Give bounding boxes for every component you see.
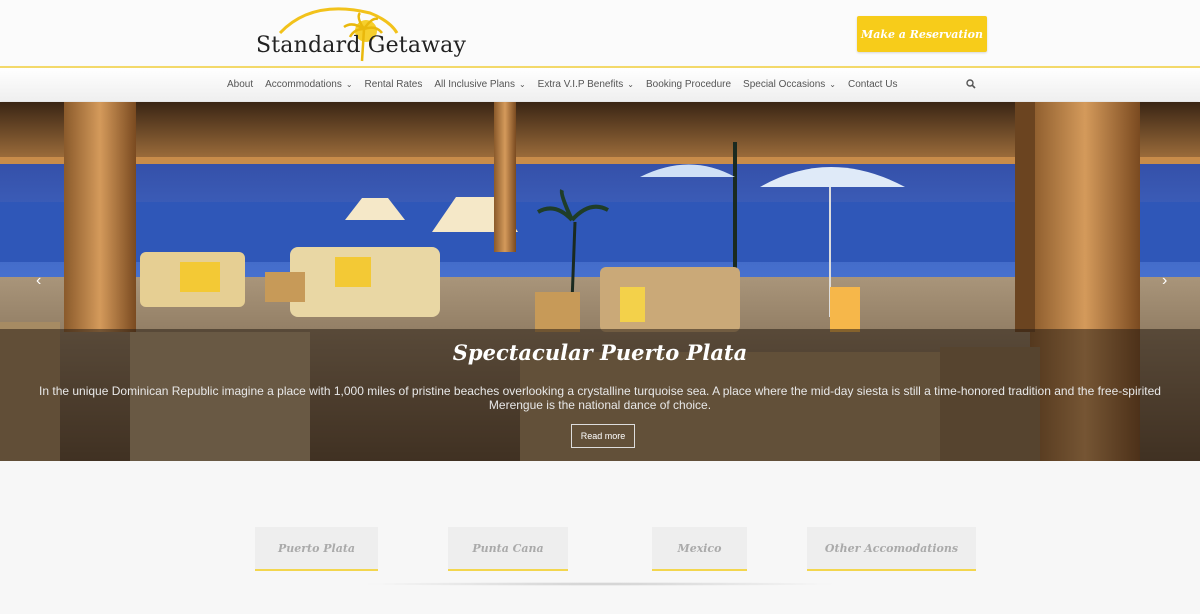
read-more-button[interactable]: Read more: [571, 424, 635, 448]
header: Standard Getaway Make a Reservation: [0, 0, 1200, 66]
nav-item-label: Accommodations: [265, 79, 342, 90]
nav-item-special-occasions[interactable]: Special Occasions ⌄: [743, 79, 836, 90]
make-reservation-button[interactable]: Make a Reservation: [857, 16, 987, 52]
logo-text: Standard Getaway: [256, 33, 467, 58]
logo[interactable]: Standard Getaway: [252, 3, 466, 65]
nav-item-booking-procedure[interactable]: Booking Procedure: [646, 79, 731, 90]
previous-slide-arrow-icon[interactable]: ‹: [36, 272, 41, 290]
nav-item-label: Booking Procedure: [645, 79, 732, 90]
tab-mexico[interactable]: Mexico: [652, 527, 747, 571]
tab-puerto-plata[interactable]: Puerto Plata: [255, 527, 378, 571]
nav-item-label: Rental Rates: [364, 79, 423, 90]
nav-item-rental-rates[interactable]: Rental Rates: [365, 79, 423, 90]
search-icon[interactable]: [965, 78, 977, 90]
chevron-down-icon: ⌄: [627, 80, 634, 89]
chevron-down-icon: ⌄: [345, 80, 353, 89]
nav-item-label: Contact Us: [848, 79, 898, 90]
main-nav: About Accommodations ⌄ Rental Rates All I…: [0, 66, 1200, 101]
nav-item-about[interactable]: About: [227, 79, 253, 90]
chevron-down-icon: ⌄: [829, 80, 836, 89]
nav-item-label: All Inclusive Plans: [434, 79, 515, 90]
nav-item-label: About: [227, 79, 254, 90]
nav-item-contact-us[interactable]: Contact Us: [848, 79, 897, 90]
hero-slider: Spectacular Puerto Plata In the unique D…: [0, 102, 1200, 461]
tab-other-accomodations[interactable]: Other Accomodations: [807, 527, 976, 571]
tab-punta-cana[interactable]: Punta Cana: [448, 527, 568, 571]
nav-item-label: Special Occasions: [743, 79, 826, 90]
next-slide-arrow-icon[interactable]: ›: [1162, 272, 1167, 290]
nav-items: About Accommodations ⌄ Rental Rates All I…: [227, 68, 909, 101]
slide-title: Spectacular Puerto Plata: [452, 340, 748, 365]
nav-item-extra-vip-benefits[interactable]: Extra V.I.P Benefits ⌄: [538, 79, 634, 90]
chevron-down-icon: ⌄: [518, 80, 526, 89]
nav-item-label: Extra V.I.P Benefits: [537, 79, 624, 90]
slide-description: In the unique Dominican Republic imagine…: [39, 384, 1161, 412]
nav-item-accommodations[interactable]: Accommodations ⌄: [265, 79, 352, 90]
section-divider: [360, 582, 840, 586]
nav-item-all-inclusive-plans[interactable]: All Inclusive Plans ⌄: [434, 79, 525, 90]
